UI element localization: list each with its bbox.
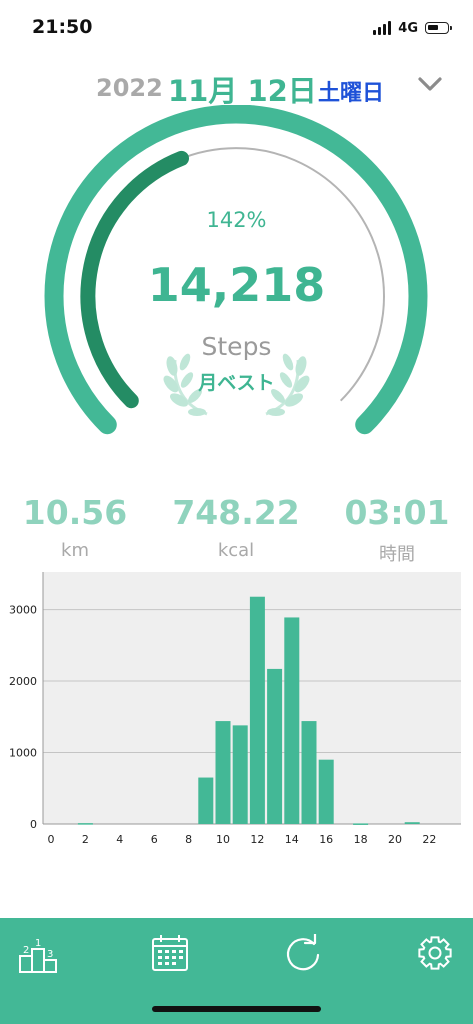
x-tick-label: 16 [319,833,333,846]
x-tick-label: 14 [285,833,299,846]
chart-bar [301,721,317,824]
chart-bar [215,721,231,824]
date-header[interactable]: 2022 11月 12日 土曜日 [0,66,473,110]
x-tick-label: 2 [82,833,89,846]
chevron-down-icon[interactable] [416,70,444,98]
calories-stat: 748.22 kcal [156,493,316,561]
chart-bar [284,617,300,824]
y-tick-label: 3000 [9,604,37,617]
monthly-best-badge: 月ベスト [198,372,275,394]
date-month-day: 11月 12日 [168,74,317,108]
date-year: 2022 [96,74,163,102]
x-tick-label: 0 [48,833,55,846]
chart-bar [404,822,420,824]
calories-value: 748.22 [172,493,300,532]
x-tick-label: 22 [422,833,436,846]
calendar-icon[interactable] [151,934,189,972]
x-tick-label: 20 [388,833,402,846]
x-tick-label: 12 [250,833,264,846]
x-tick-label: 10 [216,833,230,846]
duration-unit: 時間 [379,544,415,565]
calories-unit: kcal [217,540,255,561]
chart-bar [249,596,265,824]
goal-percent: 142% [206,208,267,232]
date-weekday: 土曜日 [318,81,385,106]
refresh-icon[interactable] [284,934,322,972]
chart-bar [77,823,93,825]
y-tick-label: 2000 [9,675,37,688]
distance-unit: km [61,540,89,561]
duration-stat: 03:01 時間 [317,493,473,566]
distance-value: 10.56 [22,493,128,532]
svg-text:3: 3 [47,949,53,960]
chart-bar [318,759,334,824]
step-unit: Steps [201,332,272,361]
settings-gear-icon[interactable] [416,934,454,972]
hourly-steps-chart: 0 1000 2000 3000 0 2 4 6 8 10 12 14 16 18 20 22 [9,572,461,846]
signal-icon [373,21,393,35]
svg-text:2: 2 [23,945,29,956]
network-type: 4G [398,20,418,36]
x-tick-label: 8 [185,833,192,846]
chart-bar [198,777,214,824]
duration-value: 03:01 [344,493,450,532]
chart-bar [353,823,369,825]
status-bar: 21:50 4G [0,0,473,58]
chart-bar [232,725,248,824]
y-tick-label: 1000 [9,747,37,760]
svg-text:1: 1 [35,938,41,949]
step-count: 14,218 [147,258,326,312]
home-indicator [152,1006,321,1012]
battery-icon [425,22,452,34]
stats-row: 10.56 km 748.22 kcal 03:01 時間 [0,493,473,568]
status-indicators: 4G [373,18,452,38]
x-tick-label: 6 [151,833,158,846]
y-tick-label: 0 [30,818,37,831]
chart-bar [267,668,283,824]
x-tick-label: 18 [354,833,368,846]
ranking-podium-icon[interactable]: 213 [18,936,58,974]
status-time: 21:50 [32,16,93,38]
x-tick-label: 4 [116,833,123,846]
distance-stat: 10.56 km [0,493,155,561]
